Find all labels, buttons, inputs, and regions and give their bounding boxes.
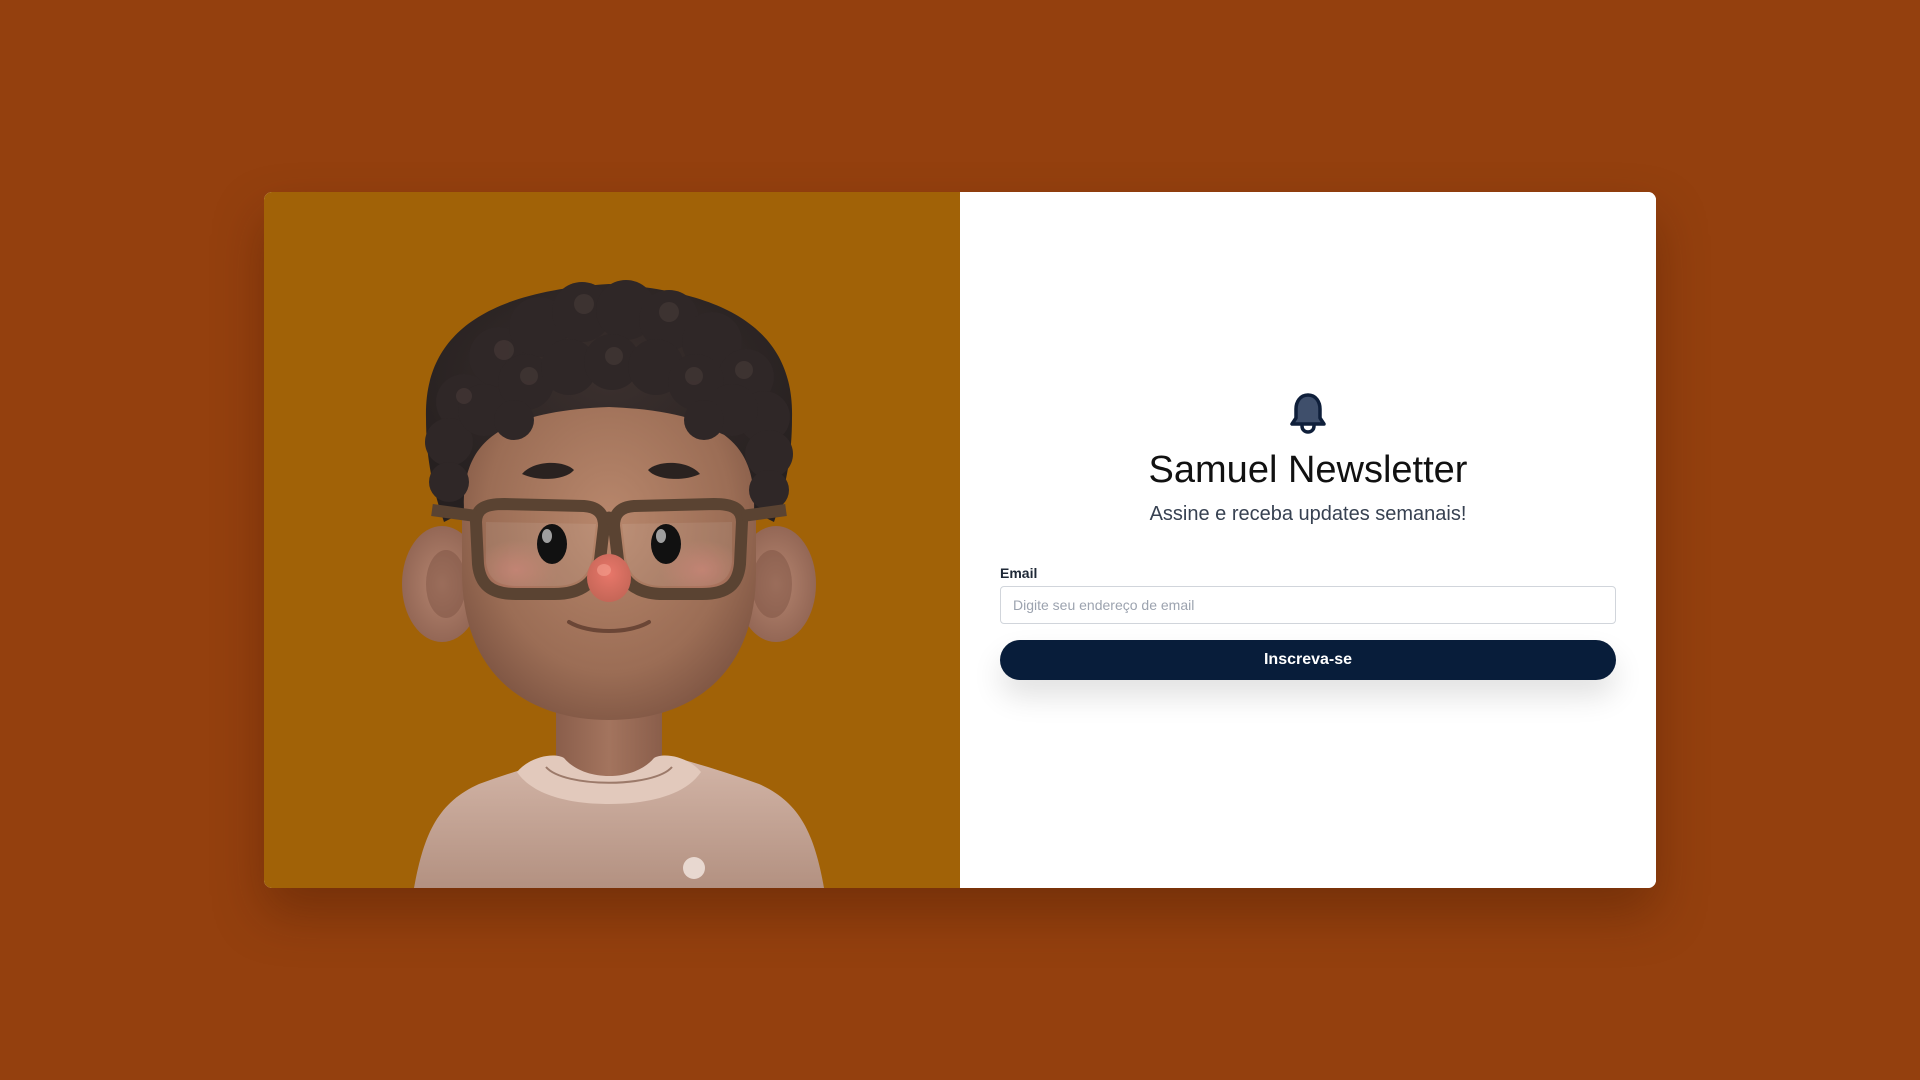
- bell-icon: [1290, 393, 1326, 434]
- email-label: Email: [1000, 565, 1038, 581]
- avatar-3d-illustration: [402, 280, 824, 888]
- signup-form: Samuel Newsletter Assine e receba update…: [1000, 392, 1616, 680]
- subscribe-button[interactable]: Inscreva-se: [1000, 640, 1616, 680]
- newsletter-card: Samuel Newsletter Assine e receba update…: [264, 192, 1656, 888]
- avatar-panel: [264, 192, 960, 888]
- newsletter-title: Samuel Newsletter: [1148, 449, 1468, 491]
- signup-panel: Samuel Newsletter Assine e receba update…: [960, 192, 1656, 888]
- newsletter-subtitle: Assine e receba updates semanais!: [1149, 503, 1467, 525]
- email-field[interactable]: [1000, 586, 1616, 624]
